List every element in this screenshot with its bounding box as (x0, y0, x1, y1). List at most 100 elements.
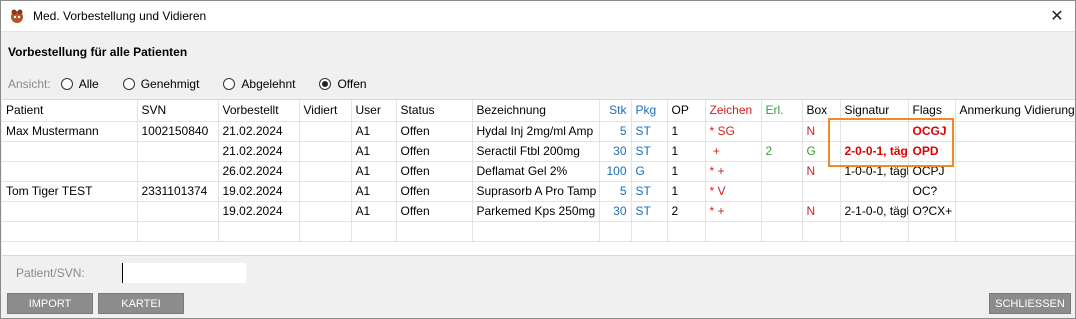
cell-stk: 100 (599, 161, 632, 182)
schliessen-button[interactable]: SCHLIESSEN (989, 293, 1071, 314)
empty-row (2, 221, 1075, 242)
column-header-anmerkung[interactable]: Anmerkung Vidierung (955, 100, 1075, 122)
table-row[interactable]: 26.02.2024 A1 Offen Deflamat Gel 2% 100 … (2, 161, 1075, 182)
patient-svn-input[interactable] (122, 263, 246, 283)
radio-circle-offen[interactable] (319, 78, 332, 90)
cell-vorbestellt: 21.02.2024 (218, 121, 300, 142)
view-filter: Ansicht: Alle Genehmigt Abgelehnt Offen (8, 76, 391, 92)
column-header-user[interactable]: User (351, 100, 397, 122)
cell-status: Offen (396, 161, 473, 182)
cell-erl (761, 161, 803, 182)
column-header-patient[interactable]: Patient (2, 100, 138, 122)
cell-stk: 5 (599, 121, 632, 142)
radio-alle[interactable]: Alle (60, 77, 99, 91)
section-title: Vorbestellung für alle Patienten (8, 45, 188, 59)
cell-flags: O?CX+ (908, 201, 956, 222)
cell-box: G (802, 141, 841, 162)
cell-vorbestellt: 21.02.2024 (218, 141, 300, 162)
cell-user: A1 (351, 181, 397, 202)
cell-op: 1 (667, 141, 706, 162)
cell-op: 1 (667, 161, 706, 182)
column-header-box[interactable]: Box (802, 100, 841, 122)
cell-zeichen: * SG (705, 121, 762, 142)
radio-circle-abgelehnt[interactable] (223, 78, 236, 90)
column-header-status[interactable]: Status (396, 100, 473, 122)
cell-flags: OCPJ (908, 161, 956, 182)
cell-erl: 2 (761, 141, 803, 162)
column-header-zeichen[interactable]: Zeichen (705, 100, 762, 122)
column-header-vidiert[interactable]: Vidiert (299, 100, 352, 122)
cell-pkg: ST (631, 201, 668, 222)
close-icon[interactable]: ✕ (1039, 1, 1075, 31)
cell-user: A1 (351, 201, 397, 222)
column-header-erl[interactable]: Erl. (761, 100, 803, 122)
column-header-flags[interactable]: Flags (908, 100, 956, 122)
cell-flags: OC? (908, 181, 956, 202)
table-row[interactable]: Tom Tiger TEST 2331101374 19.02.2024 A1 … (2, 181, 1075, 202)
cell-stk: 5 (599, 181, 632, 202)
cell-status: Offen (396, 141, 473, 162)
column-header-svn[interactable]: SVN (137, 100, 219, 122)
table-row[interactable]: 21.02.2024 A1 Offen Seractil Ftbl 200mg … (2, 141, 1075, 162)
cell-flags: OPD (908, 141, 956, 162)
radio-label-alle: Alle (78, 77, 99, 91)
cell-vidiert (299, 181, 352, 202)
cell-zeichen: * + (705, 201, 762, 222)
cell-patient: Max Mustermann (2, 121, 138, 142)
column-header-op[interactable]: OP (667, 100, 706, 122)
cell-flags: OCGJ (908, 121, 956, 142)
cell-stk: 30 (599, 141, 632, 162)
cell-user: A1 (351, 161, 397, 182)
cell-signatur (840, 121, 909, 142)
cell-vorbestellt: 19.02.2024 (218, 181, 300, 202)
radio-circle-genehmigt[interactable] (122, 78, 135, 90)
cell-user: A1 (351, 141, 397, 162)
table-row[interactable]: 19.02.2024 A1 Offen Parkemed Kps 250mg 3… (2, 201, 1075, 222)
column-header-bezeichnung[interactable]: Bezeichnung (472, 100, 600, 122)
column-header-vorbestellt[interactable]: Vorbestellt (218, 100, 300, 122)
title-bar[interactable]: Med. Vorbestellung und Vidieren ✕ (1, 1, 1075, 32)
radio-abgelehnt[interactable]: Abgelehnt (223, 77, 295, 91)
cell-svn (137, 141, 219, 162)
cell-box (802, 181, 841, 202)
kartei-button[interactable]: KARTEI (98, 293, 184, 314)
orders-table: Patient SVN Vorbestellt Vidiert User Sta… (2, 100, 1075, 242)
orders-grid[interactable]: Patient SVN Vorbestellt Vidiert User Sta… (2, 99, 1075, 256)
cell-status: Offen (396, 121, 473, 142)
cell-status: Offen (396, 181, 473, 202)
cell-svn: 2331101374 (137, 181, 219, 202)
cell-vidiert (299, 201, 352, 222)
radio-label-genehmigt: Genehmigt (140, 77, 200, 91)
cell-erl (761, 121, 803, 142)
cell-anmerkung[interactable] (955, 201, 1075, 222)
cell-user: A1 (351, 121, 397, 142)
import-button[interactable]: IMPORT (7, 293, 93, 314)
table-row[interactable]: Max Mustermann 1002150840 21.02.2024 A1 … (2, 121, 1075, 142)
radio-offen[interactable]: Offen (319, 77, 367, 91)
cell-status: Offen (396, 201, 473, 222)
cell-pkg: ST (631, 121, 668, 142)
cell-signatur: 2-0-0-1, tägl (840, 141, 909, 162)
column-header-stk[interactable]: Stk (599, 100, 632, 122)
cell-svn (137, 201, 219, 222)
cell-vidiert (299, 161, 352, 182)
cell-anmerkung[interactable] (955, 161, 1075, 182)
cell-anmerkung[interactable] (955, 181, 1075, 202)
dialog-window: Med. Vorbestellung und Vidieren ✕ Vorbes… (0, 0, 1076, 319)
cell-bezeichnung: Suprasorb A Pro Tamp (472, 181, 600, 202)
cell-anmerkung[interactable] (955, 141, 1075, 162)
cell-signatur: 1-0-0-1, tägl (840, 161, 909, 182)
cell-op: 2 (667, 201, 706, 222)
cell-bezeichnung: Parkemed Kps 250mg (472, 201, 600, 222)
cell-vidiert (299, 121, 352, 142)
cell-anmerkung[interactable] (955, 121, 1075, 142)
column-header-pkg[interactable]: Pkg (631, 100, 668, 122)
cell-patient: Tom Tiger TEST (2, 181, 138, 202)
cell-patient (2, 141, 138, 162)
cell-erl (761, 181, 803, 202)
cell-bezeichnung: Deflamat Gel 2% (472, 161, 600, 182)
column-header-signatur[interactable]: Signatur (840, 100, 909, 122)
radio-circle-alle[interactable] (60, 78, 73, 90)
radio-genehmigt[interactable]: Genehmigt (122, 77, 200, 91)
patient-svn-label: Patient/SVN: (16, 266, 85, 280)
